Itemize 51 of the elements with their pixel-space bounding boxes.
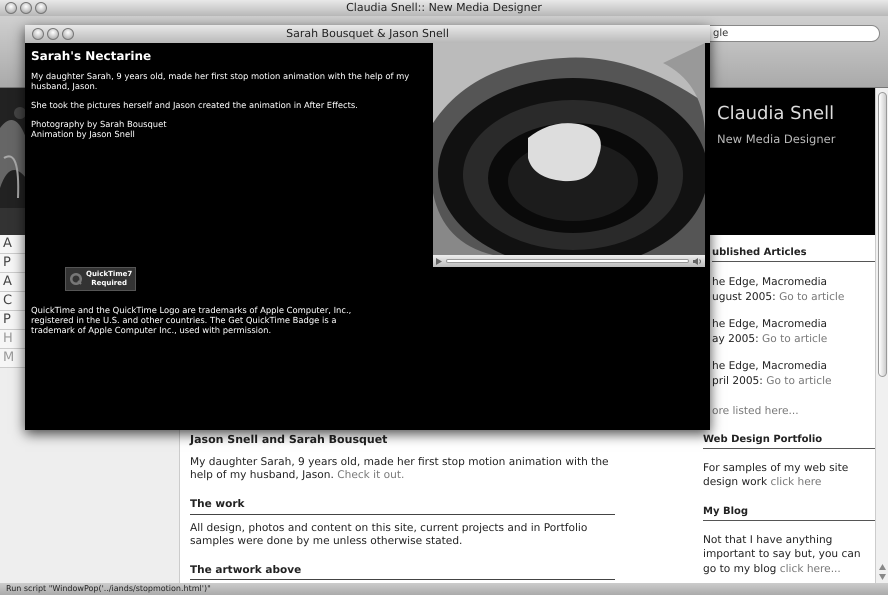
link[interactable]: Go to article (762, 332, 828, 344)
link[interactable]: Check it out. (337, 468, 404, 481)
zoom-button[interactable] (35, 2, 47, 14)
logo-name: Claudia Snell (717, 104, 834, 124)
nav-item[interactable]: P (0, 311, 25, 330)
nav-item[interactable]: A (0, 235, 25, 254)
nav-item[interactable]: P (0, 254, 25, 273)
section-heading: The artwork above (190, 562, 615, 580)
section-heading: Jason Snell and Sarah Bousquet (190, 432, 388, 448)
credits: Photography by Sarah Bousquet Animation by Jason Snell (31, 119, 168, 139)
status-bar: Run script "WindowPop('../iands/stopmotion.html')" (0, 583, 888, 595)
scrollbar[interactable] (875, 88, 888, 583)
play-icon[interactable] (436, 258, 442, 264)
nav-item[interactable]: A (0, 273, 25, 292)
paragraph: All design, photos and content on this site, current projects and in Portfolio samples were done by me unless otherwise stated. (190, 522, 588, 548)
paragraph: Not that I have anything important to say but, you can go to my blog click here... (703, 532, 862, 576)
scroll-thumb[interactable] (878, 92, 887, 377)
logo-tagline: New Media Designer (717, 133, 836, 146)
section-heading: ublished Articles (712, 245, 875, 262)
paragraph: For samples of my web site design work click here (703, 460, 850, 490)
paragraph: My daughter Sarah, 9 years old, made her first stop motion animation with the help of my husband, Jason. Check it out. (190, 456, 610, 482)
paragraph: She took the pictures herself and Jason created the animation in After Effects. (31, 100, 359, 110)
scroll-down-icon[interactable] (879, 574, 886, 580)
popup-heading: Sarah's Nectarine (31, 48, 152, 64)
link[interactable]: click here... (780, 562, 841, 575)
link[interactable]: Go to article (779, 290, 844, 302)
nav-item[interactable]: C (0, 292, 25, 311)
nav-item[interactable]: M (0, 349, 25, 368)
minimize-button[interactable] (20, 2, 32, 14)
zoom-button[interactable] (62, 28, 74, 40)
link[interactable]: ore listed here... (712, 404, 799, 420)
link[interactable]: Go to article (766, 374, 832, 386)
close-button[interactable] (5, 2, 17, 14)
window-title: Sarah Bousquet & Jason Snell (286, 26, 449, 42)
nav-item[interactable]: H (0, 330, 25, 349)
article-entry: he Edge, Macromedia pril 2005: Go to article (712, 359, 833, 388)
article-entry: he Edge, Macromedia ay 2005: Go to article (712, 317, 828, 346)
scroll-up-icon[interactable] (879, 564, 886, 570)
quicktime-icon (69, 272, 83, 286)
paragraph: My daughter Sarah, 9 years old, made her first stop motion animation with the help of my husband, Jason. (31, 71, 410, 91)
link[interactable]: click here (770, 476, 822, 488)
window-title: Claudia Snell:: New Media Designer (346, 0, 542, 16)
volume-icon[interactable] (693, 258, 702, 264)
section-heading: Web Design Portfolio (703, 432, 875, 449)
trademark-notice: QuickTime and the QuickTime Logo are trademarks of Apple Computer, Inc., registered in the U.S. and other countries. The Get QuickTime Badge is a trademark of Apple Computer Inc., used with permission. (31, 305, 352, 335)
close-button[interactable] (32, 28, 44, 40)
section-heading: The work (190, 496, 615, 515)
article-entry: he Edge, Macromedia ugust 2005: Go to article (712, 275, 846, 304)
minimize-button[interactable] (47, 28, 59, 40)
section-heading: My Blog (703, 504, 875, 521)
progress-track[interactable] (446, 259, 689, 263)
